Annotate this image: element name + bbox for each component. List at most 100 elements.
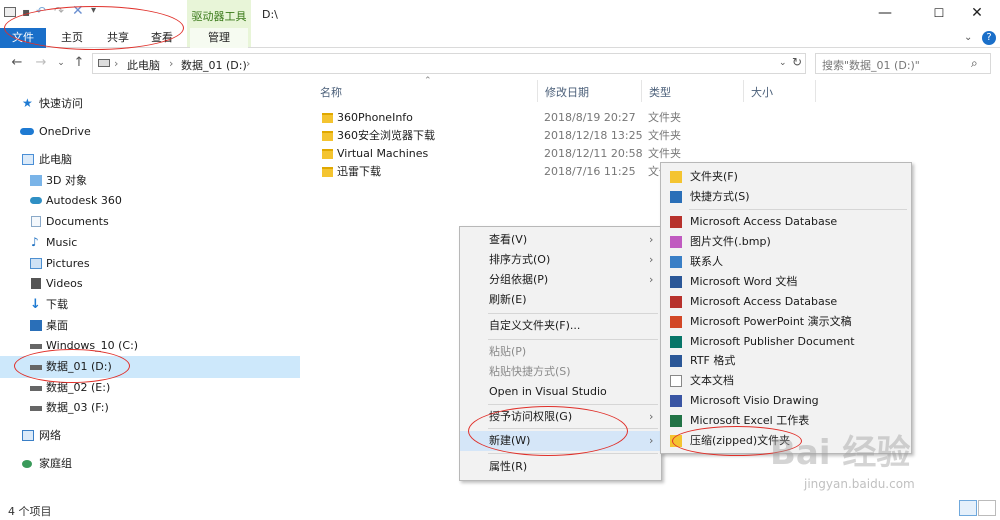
menu-item-label: Microsoft Access Database [690,215,838,228]
menu-item-open-in-visual-studio[interactable]: Open in Visual Studio [460,382,661,402]
column-divider[interactable] [641,80,642,102]
help-icon[interactable]: ? [982,31,996,45]
sidebar-item-label: Music [46,236,78,249]
sidebar-item-label: Autodesk 360 [46,194,122,207]
menu-item-sort-by[interactable]: 排序方式(O) › [460,250,661,270]
star-icon: ★ [22,96,33,110]
chevron-right-icon: › [649,253,654,266]
context-tab-title: 驱动器工具 [191,10,247,23]
sidebar-item-homegroup[interactable]: 家庭组 [0,453,300,474]
recent-locations-icon[interactable]: ⌄ [52,54,70,72]
sidebar-item-label: 快速访问 [39,97,83,110]
back-icon[interactable]: ← [8,54,26,72]
folder-icon [322,131,333,141]
menu-item-refresh[interactable]: 刷新(E) [460,290,661,310]
menu-item-label: 分组依据(P) [489,273,549,286]
column-divider[interactable] [743,80,744,102]
sidebar-item-downloads[interactable]: ↓ 下载 [0,294,300,315]
menu-separator [488,339,658,340]
menu-item-label: 属性(R) [489,460,528,473]
submenu-item-visio[interactable]: Microsoft Visio Drawing [661,391,911,411]
column-header-date[interactable]: 修改日期 [545,84,589,100]
menu-item-paste[interactable]: 粘贴(P) [460,342,661,362]
refresh-icon[interactable]: ↻ [792,55,802,69]
breadcrumb-separator-icon[interactable]: › [114,57,118,70]
minimize-button[interactable]: — [862,0,908,28]
document-icon [31,216,41,227]
cube-icon [30,175,42,186]
menu-item-view[interactable]: 查看(V) › [460,230,661,250]
details-view-icon[interactable] [959,500,977,516]
sidebar-item-onedrive[interactable]: OneDrive [0,121,300,142]
submenu-item-text-document[interactable]: 文本文档 [661,371,911,391]
large-icons-view-icon[interactable] [978,500,996,516]
status-item-count: 4 个项目 [8,505,52,518]
drive-icon [98,59,110,67]
sidebar-item-music[interactable]: ♪ Music [0,232,300,253]
sidebar-item-label: 家庭组 [39,457,72,470]
submenu-item-shortcut[interactable]: 快捷方式(S) [661,187,911,207]
sidebar-item-videos[interactable]: Videos [0,273,300,294]
file-type: 文件夹 [648,147,681,160]
breadcrumb-separator-icon[interactable]: › [169,57,173,70]
tab-manage[interactable]: 管理 [190,28,248,48]
submenu-item-contact[interactable]: 联系人 [661,252,911,272]
sidebar-item-pictures[interactable]: Pictures [0,253,300,274]
cloud-icon [20,128,34,135]
file-row[interactable]: Virtual Machines 2018/12/11 20:58 文件夹 [318,145,698,163]
column-divider[interactable] [537,80,538,102]
file-date: 2018/12/11 20:58 [544,147,643,160]
column-header-size[interactable]: 大小 [751,84,773,100]
submenu-item-word-document[interactable]: Microsoft Word 文档 [661,272,911,292]
up-icon[interactable]: ↑ [70,54,88,72]
sidebar-item-network[interactable]: 网络 [0,425,300,446]
sidebar-item-this-pc[interactable]: 此电脑 [0,149,300,170]
file-row[interactable]: 360安全浏览器下载 2018/12/18 13:25 文件夹 [318,127,698,145]
chevron-right-icon: › [649,410,654,423]
file-date: 2018/12/18 13:25 [544,129,643,142]
submenu-item-powerpoint[interactable]: Microsoft PowerPoint 演示文稿 [661,312,911,332]
sidebar-item-label: 3D 对象 [46,174,87,187]
submenu-item-access-database[interactable]: Microsoft Access Database [661,212,911,232]
file-name: 360PhoneInfo [337,111,413,124]
file-row[interactable]: 360PhoneInfo 2018/8/19 20:27 文件夹 [318,109,698,127]
autodesk-icon [30,197,42,204]
column-header-name[interactable]: 名称 [320,84,342,100]
close-button[interactable]: ✕ [954,0,1000,28]
menu-item-label: Microsoft Access Database [690,295,838,308]
submenu-item-bitmap[interactable]: 图片文件(.bmp) [661,232,911,252]
column-header-type[interactable]: 类型 [649,84,671,100]
column-divider[interactable] [815,80,816,102]
publisher-icon [670,336,682,348]
submenu-item-access-database[interactable]: Microsoft Access Database [661,292,911,312]
breadcrumb-drive-d[interactable]: 数据_01 (D:) [181,57,247,73]
download-icon: ↓ [30,297,41,312]
menu-item-customize-folder[interactable]: 自定义文件夹(F)... [460,316,661,336]
sidebar-item-label: 网络 [39,429,61,442]
access-icon [670,216,682,228]
breadcrumb-separator-icon[interactable]: › [246,57,250,70]
annotation-ellipse [14,349,130,383]
address-dropdown-icon[interactable]: ⌄ [779,58,787,68]
sidebar-item-desktop[interactable]: 桌面 [0,315,300,336]
breadcrumb-this-pc[interactable]: 此电脑 [127,57,160,73]
submenu-item-rtf[interactable]: RTF 格式 [661,351,911,371]
menu-item-label: 粘贴(P) [489,345,527,358]
sidebar-item-documents[interactable]: Documents [0,211,300,232]
menu-item-paste-shortcut[interactable]: 粘贴快捷方式(S) [460,362,661,382]
menu-item-properties[interactable]: 属性(R) [460,457,661,477]
submenu-item-folder[interactable]: 文件夹(F) [661,167,911,187]
menu-item-label: 联系人 [690,255,723,268]
submenu-item-publisher[interactable]: Microsoft Publisher Document [661,332,911,352]
sidebar-item-drive-f[interactable]: 数据_03 (F:) [0,397,300,418]
sidebar-item-quick-access[interactable]: ★ 快速访问 [0,93,300,114]
search-icon[interactable]: ⌕ [971,56,978,71]
sidebar-item-label: 此电脑 [39,153,72,166]
file-row[interactable]: 迅雷下载 2018/7/16 11:25 文件夹 [318,163,698,181]
forward-icon[interactable]: → [32,54,50,72]
menu-item-group-by[interactable]: 分组依据(P) › [460,270,661,290]
annotation-ellipse [468,406,628,456]
sidebar-item-3d-objects[interactable]: 3D 对象 [0,170,300,191]
sidebar-item-autodesk-360[interactable]: Autodesk 360 [0,190,300,211]
expand-ribbon-icon[interactable]: ⌄ [964,32,972,43]
